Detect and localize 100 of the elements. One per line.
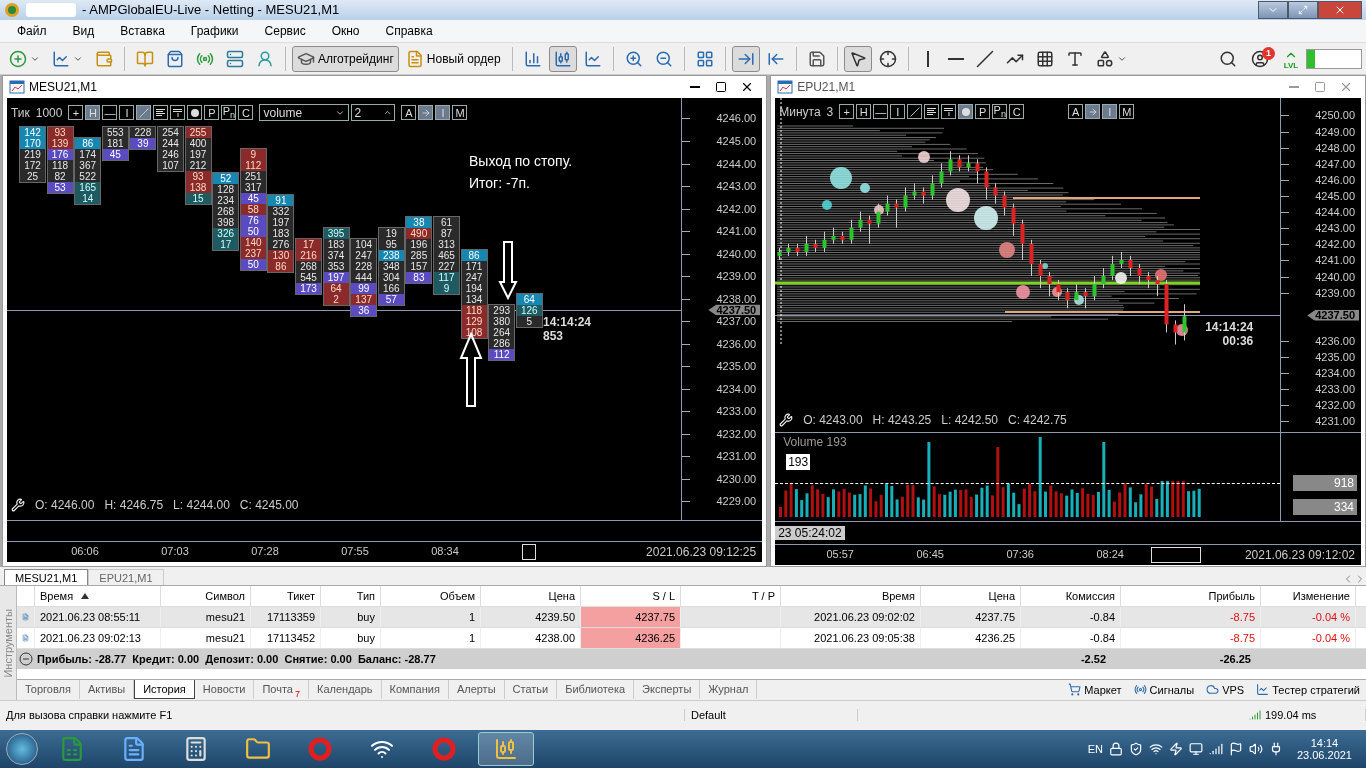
footprint-value: 137 (351, 294, 377, 306)
chart-tool-button[interactable]: C (1009, 104, 1025, 120)
menu-item[interactable]: Файл (4, 23, 60, 38)
chart-tool-button[interactable]: P (204, 105, 220, 121)
chart-tool-button[interactable]: — (102, 105, 118, 121)
history-row[interactable]: 2021.06.23 09:02:13 mesu21 17113452 buy 1 4238.00 4236.25 2021.06.23 09:05:38 4236.25 -0.84 -8.75 -0.04 % (17, 628, 1366, 650)
price-axis-label: 4246.00 (716, 112, 757, 124)
chart-tool-button[interactable]: M (452, 105, 468, 121)
terminal-link[interactable]: Тестер стратегий (1250, 683, 1366, 696)
terminal-link[interactable]: Маркет (1062, 683, 1128, 696)
chart-tab[interactable]: MESU21,M1 (4, 569, 89, 586)
footprint-value: 17 (296, 239, 321, 251)
terminal-tab[interactable]: Торговля (17, 680, 80, 699)
menu-item[interactable]: Окно (318, 23, 373, 38)
chart-tool-button[interactable]: C (238, 105, 254, 121)
time-axis-label: 07:03 (161, 545, 189, 558)
table-cell: buy (321, 628, 381, 649)
chart-tool-button[interactable]: I (119, 105, 135, 121)
footprint-value: 99 (351, 283, 377, 295)
menu-item[interactable]: Вид (59, 23, 108, 38)
chart-tool-button[interactable]: P (975, 104, 991, 120)
footprint-value: 45 (240, 193, 266, 205)
status-ping: 199.04 ms (1243, 709, 1366, 722)
terminal-tab[interactable]: Новости (194, 680, 255, 699)
time-axis-date: 2021.06.23 09:12:02 (1244, 548, 1355, 563)
terminal-tab[interactable]: Календарь (309, 680, 382, 699)
price-axis-label: 4244.00 (1315, 206, 1355, 218)
ohlc-value: O: 4243.00 (803, 413, 863, 428)
column-header[interactable]: Цена (481, 586, 581, 607)
terminal-tab[interactable]: Библиотека (557, 680, 635, 699)
price-axis-label: 4239.00 (716, 270, 757, 282)
time-axis-label: 05:57 (826, 548, 854, 561)
chart-tool-button[interactable]: + (839, 104, 855, 120)
column-header[interactable]: Время (781, 586, 921, 607)
chart-tool-button[interactable]: P$_{n}$ (221, 105, 237, 121)
chart-tool-button[interactable]: A (401, 105, 417, 121)
terminal-tab[interactable]: История (134, 680, 195, 699)
price-axis-label: 4231.00 (1315, 415, 1355, 427)
column-header[interactable]: Прибыль (1121, 586, 1261, 607)
price-axis-label: 4248.00 (1315, 142, 1355, 154)
menu-item[interactable]: Сервис (251, 23, 319, 38)
ohlc-value: O: 4246.00 (35, 498, 95, 513)
chart-tool-button[interactable]: I (435, 105, 451, 121)
time-axis-label: 08:34 (431, 545, 459, 558)
terminal-tab[interactable]: Компания (381, 680, 449, 699)
history-row[interactable]: 2021.06.23 08:55:11 mesu21 17113359 buy 1 4239.50 4237.75 2021.06.23 09:02:02 4237.75 -0.84 -8.75 -0.04 % (17, 607, 1366, 629)
chart-tool-button[interactable]: H (856, 104, 872, 120)
column-header[interactable]: Объем (381, 586, 481, 607)
column-header[interactable]: Символ (161, 586, 251, 607)
algo-trading-button[interactable]: Алготрейдинг (292, 45, 399, 72)
price-axis-label: 4238.00 (716, 293, 757, 305)
table-cell: 2021.06.23 09:02:13 (35, 628, 161, 649)
time-axis-label: 07:36 (1006, 548, 1034, 561)
chart-tool-button[interactable]: I (890, 104, 906, 120)
ohlc-value: C: 4245.00 (239, 498, 299, 513)
column-header[interactable]: S / L (581, 586, 681, 607)
terminal-tab[interactable]: Статьи (504, 680, 558, 699)
volume-value: 193 (785, 453, 812, 472)
chart-tool-button[interactable]: M (1119, 104, 1135, 120)
footprint-value: 142 (20, 127, 45, 139)
volume-title: Volume 193 (783, 435, 847, 450)
chart-tool-button[interactable]: P$_{n}$ (992, 104, 1008, 120)
footprint-value: 326 (213, 228, 239, 240)
indicator-dropdown[interactable]: volume (259, 104, 350, 122)
column-header[interactable]: Тип (321, 586, 381, 607)
menu-item[interactable]: Графики (177, 23, 252, 38)
column-header[interactable]: Изменение (1261, 586, 1356, 607)
last-tick-time: 14:14:24 (543, 314, 592, 329)
terminal-tab[interactable]: Эксперты (634, 680, 701, 699)
chart-tool-button[interactable]: — (873, 104, 889, 120)
terminal-link[interactable]: VPS (1200, 683, 1251, 696)
price-axis-label: 4242.00 (716, 203, 757, 215)
terminal-link[interactable]: Сигналы (1127, 683, 1201, 696)
column-header[interactable]: Комиссия (1021, 586, 1121, 607)
column-header[interactable]: T / P (681, 586, 781, 607)
menu-item[interactable]: Справка (372, 23, 446, 38)
new-order-button[interactable]: Новый ордер (400, 45, 506, 72)
column-header[interactable]: Тикет (251, 586, 321, 607)
chart-tool-button[interactable]: + (68, 105, 84, 121)
language-indicator[interactable]: EN (1087, 743, 1103, 756)
terminal-tab[interactable]: Алерты (448, 680, 505, 699)
ohlc-value: L: 4244.00 (173, 498, 230, 513)
terminal-tab[interactable]: Журнал (700, 680, 758, 699)
chart-tool-button[interactable]: A (1068, 104, 1084, 120)
footprint-value: 9 (434, 283, 459, 295)
menu-item[interactable]: Вставка (107, 23, 178, 38)
spinner-field[interactable]: 2 (351, 104, 396, 122)
chart-period-label: Минута (779, 104, 821, 119)
account-button[interactable]: 1 (1244, 45, 1276, 72)
footprint-value: 170 (20, 138, 45, 150)
table-cell: -8.75 (1121, 628, 1261, 649)
time-axis-label: 06:06 (71, 545, 99, 558)
footprint-value: 237 (240, 248, 266, 260)
footprint-value: 139 (47, 138, 73, 150)
footprint-value: 112 (489, 349, 515, 361)
chart-tab[interactable]: EPU21,M1 (88, 569, 164, 586)
column-header[interactable]: Цена (921, 586, 1021, 607)
table-cell: 2021.06.23 08:55:11 (35, 607, 161, 628)
chart-period-label: Тик (11, 105, 30, 120)
column-header[interactable]: Время (35, 586, 161, 607)
